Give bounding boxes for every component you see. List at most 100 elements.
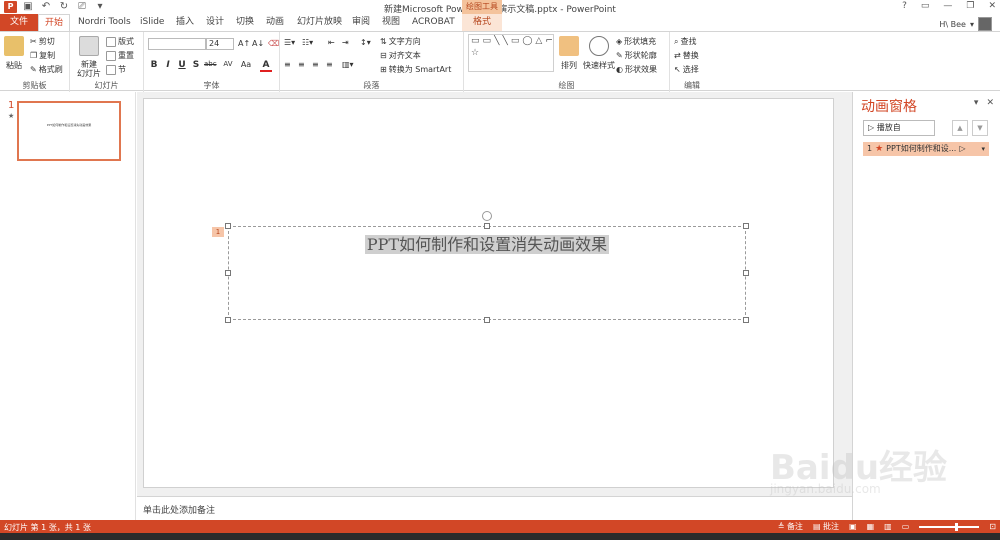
play-from-label: 播放自 [876, 123, 901, 132]
tab-acrobat[interactable]: ACROBAT [412, 14, 455, 31]
strikethrough-button[interactable]: abc [204, 60, 217, 68]
slideshow-view-icon[interactable]: ▭ [902, 522, 910, 531]
shape-effects-button[interactable]: ◐ 形状效果 [616, 64, 657, 75]
drawing-group: ▭▭╲╲▭◯△⌐⌐⇨◇△↺⌒⌒{}☆ 排列 快速样式 ◈形状填充 ✎形状轮廓 ◐… [464, 32, 670, 92]
notes-toggle[interactable]: ≜ 备注 [778, 521, 803, 532]
section-button[interactable]: 节 [106, 64, 126, 75]
paste-button[interactable]: 粘贴 [4, 36, 24, 71]
shape-fill-button[interactable]: ◈ 形状填充 [616, 36, 656, 47]
align-text-button[interactable]: ⊟ 对齐文本 [380, 50, 421, 61]
change-case-button[interactable]: Aa [238, 60, 254, 69]
tab-transitions[interactable]: 切换 [236, 14, 254, 31]
italic-button[interactable]: I [162, 60, 174, 70]
arrange-button[interactable]: 排列 [558, 36, 580, 71]
tab-slideshow[interactable]: 幻灯片放映 [297, 14, 342, 31]
ribbon-display-button[interactable]: ▭ [921, 1, 930, 11]
reset-button[interactable]: 重置 [106, 50, 134, 61]
restore-button[interactable]: ❐ [966, 1, 974, 11]
minimize-button[interactable]: — [943, 1, 952, 11]
move-up-icon[interactable]: ▲ [952, 120, 968, 136]
decrease-indent-icon[interactable]: ⇤ [328, 38, 335, 47]
fit-window-icon[interactable]: ⊡ [989, 522, 996, 531]
close-button[interactable]: ✕ [988, 1, 996, 11]
tab-home[interactable]: 开始 [38, 14, 70, 31]
editing-group-label: 编辑 [684, 81, 700, 90]
justify-icon[interactable]: ≡ [326, 60, 333, 69]
font-color-button[interactable]: A [260, 60, 272, 72]
resize-handle-r[interactable] [743, 270, 749, 276]
animation-list-item[interactable]: 1 ★ PPT如何制作和设... ▷ ▾ [863, 142, 989, 156]
layout-button[interactable]: 版式 [106, 36, 134, 47]
tab-islide[interactable]: iSlide [140, 14, 164, 31]
pane-close-icon[interactable]: ✕ [986, 98, 994, 108]
grow-font-icon[interactable]: A↑ [238, 39, 250, 48]
shape-outline-button[interactable]: ✎ 形状轮廓 [616, 50, 657, 61]
rotate-handle[interactable] [482, 211, 492, 221]
align-right-icon[interactable]: ≡ [312, 60, 319, 69]
exit-effect-star-icon: ★ [875, 144, 884, 154]
numbering-icon[interactable]: ☷▾ [302, 38, 313, 47]
smartart-button[interactable]: ⊞ 转换为 SmartArt [380, 64, 451, 75]
shadow-button[interactable]: S [190, 60, 202, 70]
item-dropdown-icon[interactable]: ▾ [981, 142, 989, 156]
tab-review[interactable]: 审阅 [352, 14, 370, 31]
select-label: 选择 [682, 65, 699, 74]
columns-icon[interactable]: ▥▾ [342, 60, 354, 69]
zoom-slider[interactable] [919, 522, 980, 531]
title-textbox[interactable]: PPT如何制作和设置消失动画效果 [225, 211, 749, 323]
format-painter-button[interactable]: ✎ 格式刷 [30, 64, 63, 75]
resize-handle-bl[interactable] [225, 317, 231, 323]
align-left-icon[interactable]: ≡ [284, 60, 291, 69]
font-name-combo[interactable] [148, 38, 206, 50]
tab-nordri-tools[interactable]: Nordri Tools [78, 14, 131, 31]
zoom-slider-thumb[interactable] [955, 522, 959, 531]
move-down-icon[interactable]: ▼ [972, 120, 988, 136]
comments-toggle[interactable]: ▤ 批注 [813, 521, 839, 532]
animation-order-tag[interactable]: 1 [212, 227, 224, 237]
clear-format-icon[interactable]: ⌫ [268, 39, 279, 48]
tab-file[interactable]: 文件 [0, 14, 38, 31]
underline-button[interactable]: U [176, 60, 188, 70]
font-size-combo[interactable]: 24 [206, 38, 234, 50]
line-spacing-icon[interactable]: ↕▾ [360, 38, 371, 47]
align-center-icon[interactable]: ≡ [298, 60, 305, 69]
user-account[interactable]: H\ Bee ▾ [939, 17, 992, 31]
select-button[interactable]: ↖ 选择 [674, 64, 699, 75]
notes-pane[interactable]: 单击此处添加备注 ◂ 0 ▸ [137, 496, 870, 520]
find-icon: ⌕ [674, 36, 679, 46]
copy-button[interactable]: ❐ 复制 [30, 50, 55, 61]
slide-canvas[interactable]: 1 PPT如何制作和设置消失动画效果 [143, 98, 834, 488]
resize-handle-t[interactable] [484, 223, 490, 229]
replace-button[interactable]: ⇄ 替换 [674, 50, 699, 61]
help-button[interactable]: ? [902, 1, 907, 11]
find-button[interactable]: ⌕ 查找 [674, 36, 696, 47]
resize-handle-br[interactable] [743, 317, 749, 323]
slide-title[interactable]: PPT如何制作和设置消失动画效果 [229, 231, 745, 255]
char-spacing-button[interactable]: AV [220, 60, 236, 68]
shrink-font-icon[interactable]: A↓ [252, 39, 264, 48]
tab-insert[interactable]: 插入 [176, 14, 194, 31]
shapes-gallery[interactable]: ▭▭╲╲▭◯△⌐⌐⇨◇△↺⌒⌒{}☆ [468, 34, 554, 72]
slide-thumbnail[interactable]: PPT如何制作和设置消失动画效果 [17, 101, 121, 161]
reading-view-icon[interactable]: ▥ [884, 522, 892, 531]
tab-design[interactable]: 设计 [206, 14, 224, 31]
text-direction-button[interactable]: ⇅ 文字方向 [380, 36, 421, 47]
tab-animations[interactable]: 动画 [266, 14, 284, 31]
resize-handle-b[interactable] [484, 317, 490, 323]
bold-button[interactable]: B [148, 60, 160, 70]
play-from-button[interactable]: ▷ 播放自 [863, 120, 935, 136]
tab-view[interactable]: 视图 [382, 14, 400, 31]
pane-options-icon[interactable]: ▾ [974, 98, 979, 108]
resize-handle-tr[interactable] [743, 223, 749, 229]
resize-handle-l[interactable] [225, 270, 231, 276]
cut-button[interactable]: ✂ 剪切 [30, 36, 55, 47]
new-slide-button[interactable]: 新建 幻灯片 [76, 36, 102, 78]
tab-format[interactable]: 格式 [462, 14, 502, 31]
normal-view-icon[interactable]: ▣ [849, 522, 857, 531]
increase-indent-icon[interactable]: ⇥ [342, 38, 349, 47]
sorter-view-icon[interactable]: ▦ [867, 522, 875, 531]
resize-handle-tl[interactable] [225, 223, 231, 229]
quick-styles-button[interactable]: 快速样式 [583, 36, 615, 71]
bullets-icon[interactable]: ☰▾ [284, 38, 295, 47]
timeline-triangle-icon: ▷ [959, 144, 966, 153]
